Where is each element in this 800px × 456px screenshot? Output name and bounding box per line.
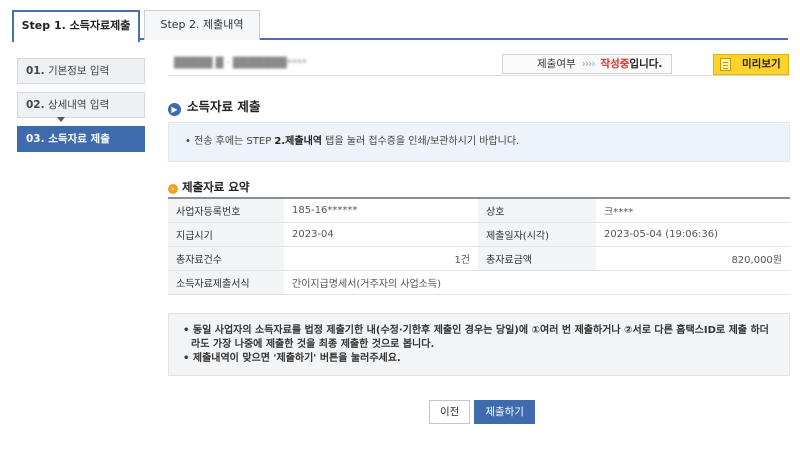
notice-line: • 제출내역이 맞으면 '제출하기' 버튼을 눌러주세요.: [183, 353, 401, 364]
masked-user-info: █████ █ · ███████****: [174, 58, 307, 69]
step-number: 01.: [26, 65, 45, 77]
submission-notice: • 동일 사업자의 소득자료를 법정 제출기한 내(수정·기한후 제출인 경우는…: [168, 313, 790, 376]
sidebar-step-detail[interactable]: 02. 상세내역 입력: [17, 92, 145, 118]
table-row: 총자료건수 1건 총자료금액 820,000원: [168, 246, 790, 271]
document-icon: [720, 58, 731, 71]
notice-bold: 2.제출내역: [274, 136, 322, 147]
submission-status: 제출여부 ›››› 작성중입니다.: [502, 54, 672, 74]
main-content: █████ █ · ███████**** 제출여부 ›››› 작성중입니다. 미리…: [168, 54, 790, 424]
status-suffix: 입니다.: [629, 58, 663, 70]
table-row: 소득자료제출서식 간이지급명세서(거주자의 사업소득): [168, 270, 790, 295]
value-form-type: 간이지급명세서(거주자의 사업소득): [284, 270, 790, 295]
table-row: 지급시기 2023-04 제출일자(시각) 2023-05-04 (19:06:…: [168, 222, 790, 247]
step-number: 02.: [26, 99, 45, 111]
status-value: 작성중: [600, 58, 630, 70]
section-title: ▶ 소득자료 제출: [168, 96, 260, 116]
status-arrows: ››››: [581, 58, 596, 70]
label-total-amount: 총자료금액: [478, 246, 596, 271]
summary-title: › 제출자료 요약: [168, 179, 249, 195]
label-business-number: 사업자등록번호: [168, 198, 284, 223]
tab-step1[interactable]: Step 1. 소득자료제출: [12, 10, 140, 42]
submit-button[interactable]: 제출하기: [474, 400, 535, 424]
preview-button[interactable]: 미리보기: [713, 54, 789, 75]
preview-label: 미리보기: [742, 58, 781, 70]
label-submit-datetime: 제출일자(시각): [478, 222, 596, 247]
summary-title-text: 제출자료 요약: [182, 180, 250, 194]
notice-prefix: • 전송 후에는 STEP: [185, 136, 275, 147]
action-buttons: 이전 제출하기: [429, 400, 539, 424]
label-form-type: 소득자료제출서식: [168, 270, 284, 295]
label-total-count: 총자료건수: [168, 246, 284, 271]
chevron-down-icon: [57, 117, 65, 122]
info-notice: • 전송 후에는 STEP 2.제출내역 탭을 눌러 접수증을 인쇄/보관하시기…: [168, 122, 790, 162]
label-company-name: 상호: [478, 198, 596, 223]
step-label: 상세내역 입력: [47, 99, 110, 111]
bullet-icon: ›: [168, 184, 178, 194]
prev-button[interactable]: 이전: [429, 400, 471, 424]
value-company-name: 크****: [596, 198, 790, 223]
value-business-number: 185-16******: [284, 198, 478, 223]
arrow-right-icon: ▶: [168, 103, 181, 116]
sidebar-step-submit[interactable]: 03. 소득자료 제출: [17, 126, 145, 152]
section-title-text: 소득자료 제출: [187, 99, 261, 114]
step-sidebar: 01. 기본정보 입력 02. 상세내역 입력 03. 소득자료 제출: [17, 58, 145, 160]
step-label: 소득자료 제출: [48, 133, 110, 145]
summary-table: 사업자등록번호 185-16****** 상호 크**** 지급시기 2023-…: [168, 197, 790, 295]
value-submit-datetime: 2023-05-04 (19:06:36): [596, 222, 790, 247]
step-label: 기본정보 입력: [47, 65, 110, 77]
notice-line: • 동일 사업자의 소득자료를 법정 제출기한 내(수정·기한후 제출인 경우는…: [183, 325, 769, 350]
table-row: 사업자등록번호 185-16****** 상호 크****: [168, 198, 790, 223]
tab-step2[interactable]: Step 2. 제출내역: [144, 10, 260, 40]
notice-suffix: 탭을 눌러 접수증을 인쇄/보관하시기 바랍니다.: [321, 136, 520, 147]
step-tabs: Step 1. 소득자료제출 Step 2. 제출내역: [12, 10, 788, 42]
value-payment-period: 2023-04: [284, 222, 478, 247]
sidebar-step-basic-info[interactable]: 01. 기본정보 입력: [17, 58, 145, 84]
value-total-count: 1건: [284, 246, 478, 271]
status-label: 제출여부: [537, 58, 576, 70]
step-number: 03.: [26, 133, 45, 145]
value-total-amount: 820,000원: [596, 246, 790, 271]
label-payment-period: 지급시기: [168, 222, 284, 247]
status-row: █████ █ · ███████**** 제출여부 ›››› 작성중입니다. 미리…: [168, 54, 790, 76]
